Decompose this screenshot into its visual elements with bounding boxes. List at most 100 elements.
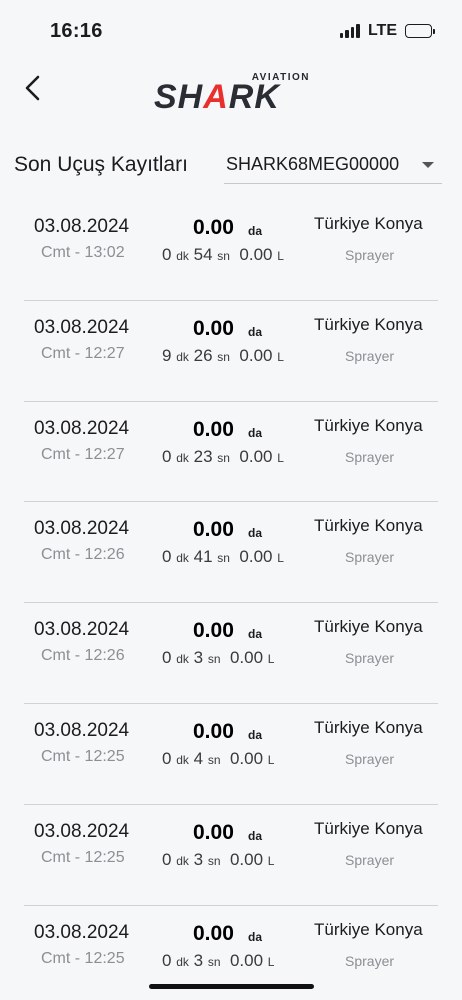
flight-area: 0.00 bbox=[193, 820, 234, 844]
flight-day-time: Cmt - 12:27 bbox=[41, 344, 125, 362]
flight-area: 0.00 bbox=[193, 619, 234, 643]
minutes-unit: dk bbox=[176, 349, 189, 364]
seconds-unit: sn bbox=[207, 652, 221, 667]
area-unit: da bbox=[248, 324, 263, 339]
minutes-unit: dk bbox=[176, 853, 189, 868]
flight-location: Türkiye Konya bbox=[314, 214, 423, 233]
flight-date: 03.08.2024 bbox=[34, 316, 130, 338]
flight-area: 0.00 bbox=[193, 518, 234, 542]
flight-location: Türkiye Konya bbox=[314, 516, 423, 536]
flight-date: 03.08.2024 bbox=[34, 417, 130, 439]
flight-date: 03.08.2024 bbox=[34, 820, 130, 842]
flight-duration: 0 dk 3 sn 0.00 L bbox=[162, 648, 274, 668]
duration-seconds: 3 bbox=[193, 950, 204, 970]
back-button[interactable] bbox=[18, 72, 50, 104]
flight-location: Türkiye Konya bbox=[314, 818, 423, 838]
liters-unit: L bbox=[267, 752, 275, 767]
flight-mode: Sprayer bbox=[345, 952, 395, 969]
section-header: Son Uçuş Kayıtları SHARK68MEG00000 bbox=[0, 140, 462, 190]
flight-duration: 0 dk 4 sn 0.00 L bbox=[162, 749, 274, 769]
flight-day-time: Cmt - 12:25 bbox=[41, 848, 125, 866]
flight-location: Türkiye Konya bbox=[314, 919, 423, 939]
area-unit: da bbox=[248, 526, 263, 541]
minutes-unit: dk bbox=[176, 752, 189, 767]
flight-mode: Sprayer bbox=[345, 851, 395, 868]
flight-duration: 0 dk 41 sn 0.00 L bbox=[162, 547, 284, 567]
duration-minutes: 9 bbox=[162, 345, 172, 365]
area-unit: da bbox=[248, 828, 263, 843]
home-indicator[interactable] bbox=[149, 984, 314, 989]
liters-unit: L bbox=[277, 249, 284, 263]
area-unit: da bbox=[248, 224, 263, 238]
minutes-unit: dk bbox=[176, 652, 189, 667]
flight-row[interactable]: 03.08.2024 Cmt - 12:25 0.00 da 0 dk 3 sn… bbox=[0, 805, 462, 906]
logo-text-sh: SH bbox=[154, 78, 204, 116]
flight-row[interactable]: 03.08.2024 Cmt - 12:27 0.00 da 0 dk 23 s… bbox=[0, 402, 462, 503]
area-unit: da bbox=[248, 727, 263, 742]
duration-seconds: 23 bbox=[193, 446, 213, 466]
flight-duration: 0 dk 23 sn 0.00 L bbox=[162, 447, 284, 467]
flight-day-time: Cmt - 12:26 bbox=[41, 647, 125, 665]
flight-row[interactable]: 03.08.2024 Cmt - 12:27 0.00 da 9 dk 26 s… bbox=[0, 301, 462, 402]
flight-mode: Sprayer bbox=[345, 650, 395, 667]
duration-seconds: 54 bbox=[193, 245, 213, 264]
status-time: 16:16 bbox=[50, 20, 103, 42]
flight-day-time: Cmt - 12:27 bbox=[41, 445, 125, 463]
network-type: LTE bbox=[367, 22, 397, 39]
duration-seconds: 26 bbox=[193, 345, 213, 365]
liters-value: 0.00 bbox=[229, 950, 264, 970]
duration-minutes: 0 bbox=[162, 849, 172, 869]
device-select-value: SHARK68MEG00000 bbox=[226, 154, 400, 174]
flight-date: 03.08.2024 bbox=[34, 518, 130, 540]
flight-list: 03.08.2024 Cmt - 13:02 0.00 da 0 dk 54 s… bbox=[0, 200, 462, 1000]
flight-row[interactable]: 03.08.2024 Cmt - 12:25 0.00 da 0 dk 4 sn… bbox=[0, 704, 462, 805]
area-unit: da bbox=[248, 929, 263, 944]
duration-seconds: 3 bbox=[193, 648, 204, 668]
flight-row[interactable]: 03.08.2024 Cmt - 13:02 0.00 da 0 dk 54 s… bbox=[0, 200, 462, 301]
seconds-unit: sn bbox=[207, 752, 221, 767]
minutes-unit: dk bbox=[176, 551, 189, 566]
flight-area: 0.00 bbox=[193, 921, 234, 945]
area-unit: da bbox=[248, 425, 263, 440]
minutes-unit: dk bbox=[176, 249, 189, 263]
liters-unit: L bbox=[277, 551, 284, 566]
duration-minutes: 0 bbox=[162, 648, 172, 668]
status-indicators: LTE bbox=[339, 22, 435, 40]
flight-date: 03.08.2024 bbox=[34, 619, 130, 641]
logo-wordmark: SHARK bbox=[154, 78, 280, 117]
flight-area: 0.00 bbox=[193, 316, 234, 340]
duration-minutes: 0 bbox=[162, 446, 172, 466]
flight-mode: Sprayer bbox=[345, 347, 395, 364]
minutes-unit: dk bbox=[176, 450, 189, 465]
flight-row[interactable]: 03.08.2024 Cmt - 12:26 0.00 da 0 dk 3 sn… bbox=[0, 603, 462, 704]
duration-minutes: 0 bbox=[162, 950, 172, 970]
flight-row[interactable]: 03.08.2024 Cmt - 12:26 0.00 da 0 dk 41 s… bbox=[0, 502, 462, 603]
liters-unit: L bbox=[267, 652, 275, 667]
flight-location: Türkiye Konya bbox=[314, 717, 423, 737]
flight-location: Türkiye Konya bbox=[314, 415, 423, 435]
area-unit: da bbox=[248, 627, 263, 642]
liters-value: 0.00 bbox=[239, 547, 273, 567]
flight-mode: Sprayer bbox=[345, 448, 395, 465]
flight-date: 03.08.2024 bbox=[34, 719, 130, 741]
liters-unit: L bbox=[277, 349, 284, 364]
logo-text-rk: RK bbox=[228, 78, 280, 116]
status-bar: 16:16 LTE bbox=[0, 0, 462, 62]
seconds-unit: sn bbox=[207, 853, 221, 868]
duration-minutes: 0 bbox=[162, 245, 172, 264]
duration-minutes: 0 bbox=[162, 547, 172, 567]
chevron-left-icon bbox=[25, 75, 40, 101]
seconds-unit: sn bbox=[217, 349, 230, 364]
flight-duration: 0 dk 54 sn 0.00 L bbox=[162, 245, 284, 265]
shark-aviation-logo: AVIATION SHARK bbox=[152, 66, 312, 118]
flight-day-time: Cmt - 12:26 bbox=[41, 546, 125, 564]
liters-value: 0.00 bbox=[229, 648, 264, 668]
liters-value: 0.00 bbox=[229, 849, 264, 869]
device-select[interactable]: SHARK68MEG00000 bbox=[224, 146, 442, 184]
flight-area: 0.00 bbox=[193, 216, 234, 239]
flight-location: Türkiye Konya bbox=[314, 314, 423, 334]
seconds-unit: sn bbox=[207, 954, 221, 969]
battery-icon bbox=[405, 24, 435, 38]
page-title: Son Uçuş Kayıtları bbox=[14, 153, 188, 176]
liters-unit: L bbox=[267, 954, 275, 969]
